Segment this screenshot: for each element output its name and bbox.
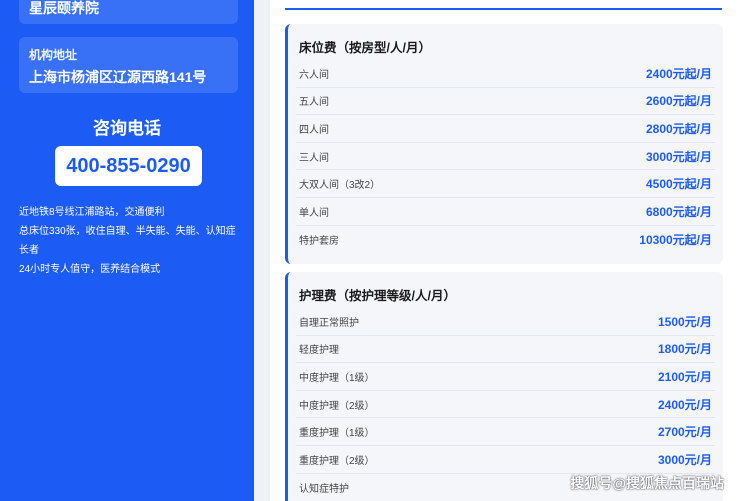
left-info-panel: 星辰颐养院 机构地址 上海市杨浦区辽源西路141号 咨询电话 400-855-0… xyxy=(0,0,254,501)
room-price: 2600元起/月 xyxy=(645,94,712,109)
care-level: 中度护理（1级） xyxy=(299,372,375,384)
room-type: 三人间 xyxy=(299,152,329,164)
table-row: 重度护理（1级） 2700元/月 xyxy=(296,418,715,446)
care-price: 2700元/月 xyxy=(657,425,712,440)
feature-item: 24小时专人值守，医养结合模式 xyxy=(19,264,161,275)
room-type: 四人间 xyxy=(299,124,329,136)
care-price: 3000元/月 xyxy=(657,452,712,467)
table-row: 中度护理（2级） 2400元/月 xyxy=(296,391,715,419)
care-price: 1500元/月 xyxy=(657,314,712,329)
feature-item: 近地铁8号线江浦路站，交通便利 xyxy=(19,207,165,218)
room-type: 六人间 xyxy=(299,69,329,81)
table-row: 大双人间（3改2） 4500元起/月 xyxy=(296,170,715,198)
room-type: 单人间 xyxy=(299,207,329,219)
table-row: 重度护理（2级） 3000元/月 xyxy=(296,446,715,474)
care-price: 2100元/月 xyxy=(657,369,712,384)
care-fee-card: 护理费（按护理等级/人/月） 自理正常照护 1500元/月 轻度护理 1800元/月… xyxy=(285,272,723,501)
institution-name: 星辰颐养院 xyxy=(29,0,99,16)
care-level: 认知症特护 xyxy=(299,483,349,495)
hotline-title: 咨询电话 xyxy=(93,119,161,138)
table-row: 轻度护理 1800元/月 xyxy=(296,336,715,364)
bed-fee-list: 六人间 2400元起/月 五人间 2600元起/月 四人间 2800元起/月 三人间 3… xyxy=(296,60,715,253)
care-level: 自理正常照护 xyxy=(299,317,359,329)
top-divider xyxy=(285,8,722,10)
institution-name-card: 星辰颐养院 xyxy=(19,0,238,24)
table-row: 三人间 3000元起/月 xyxy=(296,143,715,171)
room-type: 五人间 xyxy=(299,97,329,109)
care-level: 中度护理（2级） xyxy=(299,400,375,412)
table-row: 单人间 6800元起/月 xyxy=(296,198,715,226)
feature-list: 近地铁8号线江浦路站，交通便利 总床位330张，收住自理、半失能、失能、认知症长… xyxy=(19,203,241,279)
watermark: 搜狐号@搜狐焦点百瑞站 xyxy=(570,475,724,491)
room-price: 2800元起/月 xyxy=(645,121,712,136)
care-fee-title: 护理费（按护理等级/人/月） xyxy=(299,289,456,303)
hotline-phone-number[interactable]: 400-855-0290 xyxy=(55,146,202,186)
address-card: 机构地址 上海市杨浦区辽源西路141号 xyxy=(19,37,238,93)
bed-fee-title: 床位费（按房型/人/月） xyxy=(299,41,431,55)
room-price: 4500元起/月 xyxy=(645,177,712,192)
feature-item: 总床位330张，收住自理、半失能、失能、认知症长者 xyxy=(19,226,236,256)
care-level: 重度护理（2级） xyxy=(299,455,375,467)
care-price: 2400元/月 xyxy=(657,397,712,412)
table-row: 自理正常照护 1500元/月 xyxy=(296,308,715,336)
room-price: 2400元起/月 xyxy=(645,66,712,81)
care-price: 1800元/月 xyxy=(657,342,712,357)
table-row: 中度护理（1级） 2100元/月 xyxy=(296,363,715,391)
table-row: 四人间 2800元起/月 xyxy=(296,115,715,143)
price-content: 床位费（按房型/人/月） 六人间 2400元起/月 五人间 2600元起/月 四人间… xyxy=(270,0,740,501)
table-row: 五人间 2600元起/月 xyxy=(296,88,715,116)
room-price: 3000元起/月 xyxy=(645,149,712,164)
table-row: 特护套房 10300元起/月 xyxy=(296,226,715,254)
address-label: 机构地址 xyxy=(29,48,78,62)
room-type: 大双人间（3改2） xyxy=(299,180,381,192)
table-row: 六人间 2400元起/月 xyxy=(296,60,715,88)
address-value: 上海市杨浦区辽源西路141号 xyxy=(29,69,207,85)
room-price: 6800元起/月 xyxy=(645,204,712,219)
room-type: 特护套房 xyxy=(299,235,339,247)
bed-fee-card: 床位费（按房型/人/月） 六人间 2400元起/月 五人间 2600元起/月 四人间… xyxy=(285,24,723,264)
care-level: 轻度护理 xyxy=(299,345,339,357)
care-level: 重度护理（1级） xyxy=(299,428,375,440)
room-price: 10300元起/月 xyxy=(639,232,712,247)
